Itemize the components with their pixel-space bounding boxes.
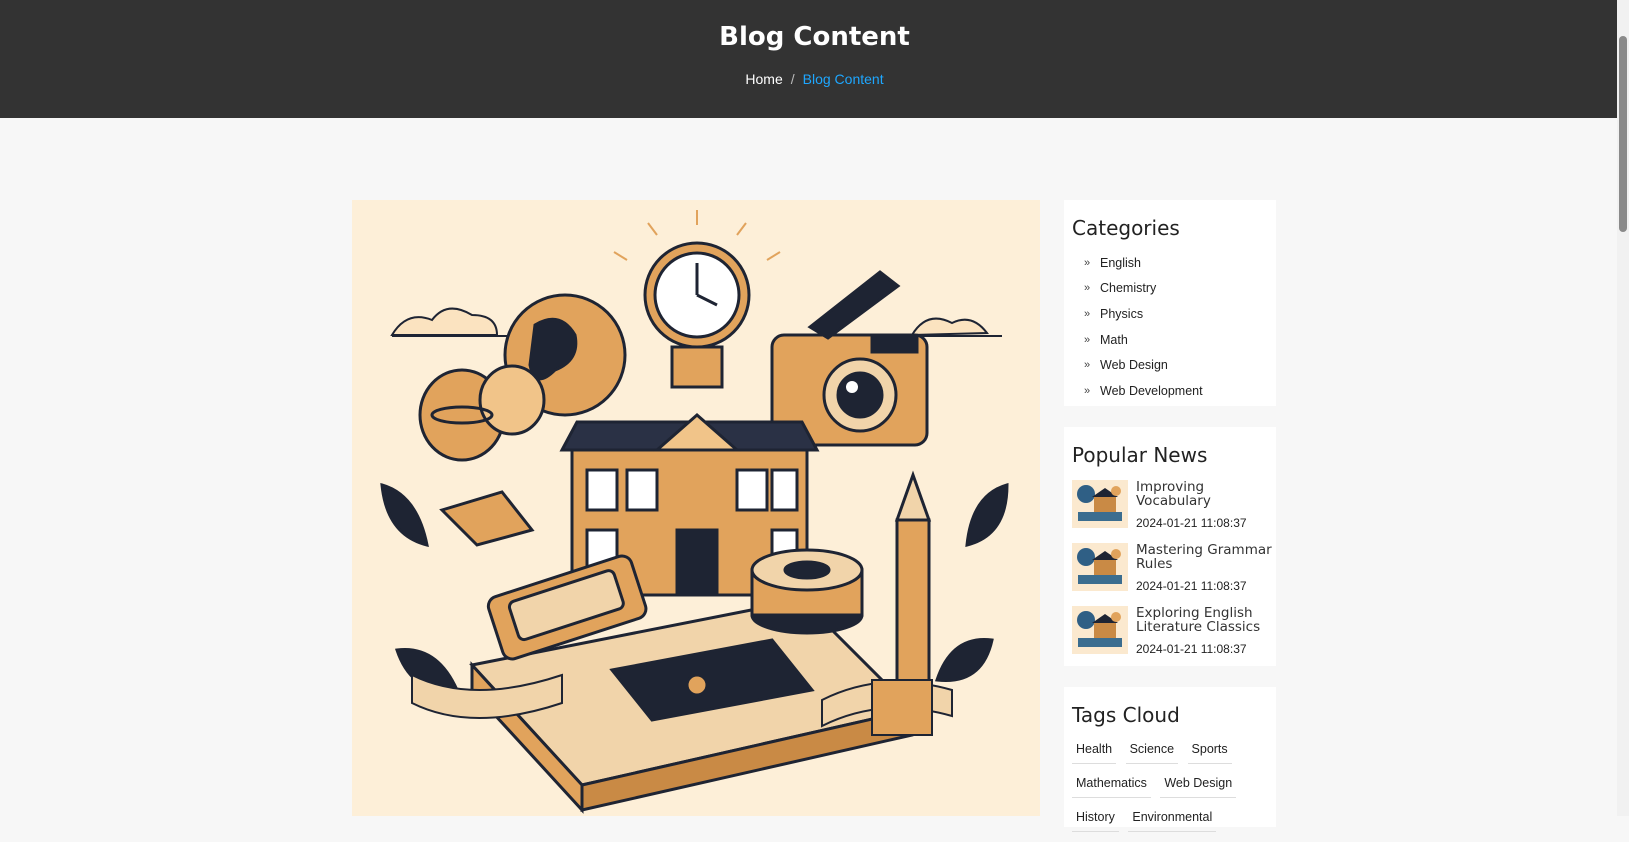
news-item[interactable]: Exploring English Literature Classics 20… — [1072, 606, 1272, 658]
news-thumbnail[interactable] — [1072, 543, 1128, 591]
breadcrumb-home-link[interactable]: Home — [745, 71, 782, 87]
news-thumbnail-image — [1072, 480, 1128, 528]
news-title[interactable]: Mastering Grammar Rules — [1136, 543, 1276, 571]
tag-mathematics[interactable]: Mathematics — [1072, 774, 1151, 798]
news-item[interactable]: Mastering Grammar Rules 2024-01-21 11:08… — [1072, 543, 1272, 595]
category-label: Web Development — [1100, 383, 1203, 398]
chevron-double-right-icon: » — [1084, 384, 1091, 397]
category-label: English — [1100, 255, 1141, 270]
category-item-web-development[interactable]: » Web Development — [1084, 378, 1203, 404]
news-date: 2024-01-21 11:08:37 — [1136, 579, 1247, 593]
news-item[interactable]: Improving Vocabulary 2024-01-21 11:08:37 — [1072, 480, 1272, 532]
chevron-double-right-icon: » — [1084, 333, 1091, 346]
tag-sports[interactable]: Sports — [1187, 740, 1232, 764]
chevron-double-right-icon: » — [1084, 359, 1091, 372]
tag-health[interactable]: Health — [1072, 740, 1117, 764]
scrollbar[interactable] — [1617, 0, 1629, 816]
breadcrumb: Home / Blog Content — [0, 71, 1629, 87]
category-label: Web Design — [1100, 358, 1168, 373]
tag-environmental[interactable]: Environmental — [1128, 808, 1217, 832]
news-title[interactable]: Exploring English Literature Classics — [1136, 606, 1276, 634]
tag-web-design[interactable]: Web Design — [1160, 774, 1237, 798]
news-thumbnail[interactable] — [1072, 606, 1128, 654]
breadcrumb-separator: / — [790, 71, 795, 87]
news-date: 2024-01-21 11:08:37 — [1136, 516, 1247, 530]
news-title[interactable]: Improving Vocabulary — [1136, 480, 1276, 508]
education-collage-illustration — [380, 210, 1009, 814]
tag-list: Health Science Sports Mathematics Web De… — [1072, 740, 1272, 842]
category-item-english[interactable]: » English — [1084, 250, 1203, 276]
categories-widget: Categories » English » Chemistry » Physics … — [1064, 200, 1276, 406]
category-item-math[interactable]: » Math — [1084, 327, 1203, 353]
tag-history[interactable]: History — [1072, 808, 1119, 832]
categories-heading: Categories — [1072, 216, 1180, 240]
news-thumbnail[interactable] — [1072, 480, 1128, 528]
news-date: 2024-01-21 11:08:37 — [1136, 642, 1247, 656]
tag-science[interactable]: Science — [1125, 740, 1179, 764]
news-thumbnail-image — [1072, 543, 1128, 591]
category-label: Chemistry — [1100, 281, 1157, 296]
category-item-chemistry[interactable]: » Chemistry — [1084, 276, 1203, 302]
category-label: Physics — [1100, 306, 1144, 321]
chevron-double-right-icon: » — [1084, 282, 1091, 295]
featured-image — [352, 200, 1040, 816]
scrollbar-thumb[interactable] — [1619, 36, 1627, 232]
tags-cloud-heading: Tags Cloud — [1072, 703, 1180, 727]
category-item-physics[interactable]: » Physics — [1084, 301, 1203, 327]
chevron-double-right-icon: » — [1084, 307, 1091, 320]
page-header: Blog Content Home / Blog Content — [0, 0, 1629, 118]
popular-news-widget: Popular News Improving Vocabulary 2024-0… — [1064, 427, 1276, 666]
category-item-web-design[interactable]: » Web Design — [1084, 352, 1203, 378]
popular-news-heading: Popular News — [1072, 443, 1208, 467]
news-thumbnail-image — [1072, 606, 1128, 654]
category-label: Math — [1100, 332, 1128, 347]
chevron-double-right-icon: » — [1084, 256, 1091, 269]
breadcrumb-current: Blog Content — [802, 71, 884, 87]
category-list: » English » Chemistry » Physics » Math » Web … — [1084, 250, 1203, 404]
page-title: Blog Content — [719, 22, 910, 52]
tags-cloud-widget: Tags Cloud Health Science Sports Mathema… — [1064, 687, 1276, 832]
